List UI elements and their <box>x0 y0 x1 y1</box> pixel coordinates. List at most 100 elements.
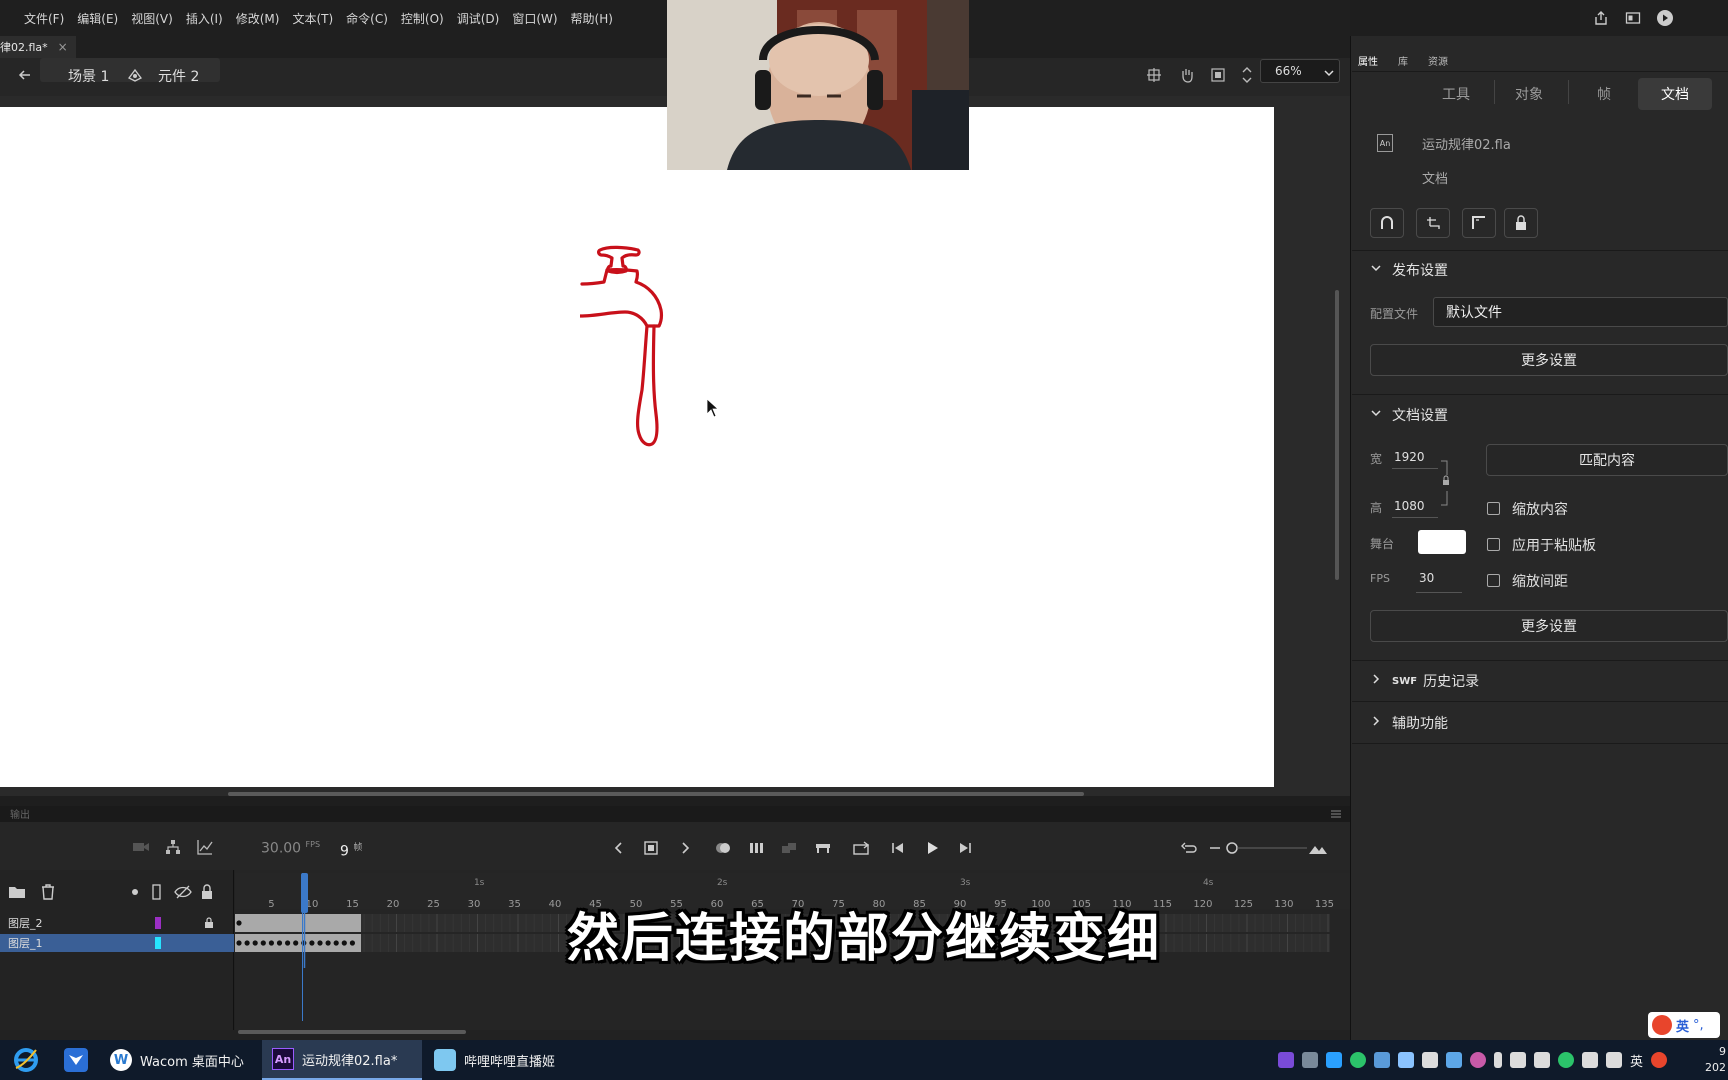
graph-icon[interactable] <box>196 838 214 856</box>
chevron-down-icon[interactable] <box>1322 66 1336 80</box>
tray-app-icon[interactable] <box>1350 1052 1366 1068</box>
horizontal-scrollbar[interactable] <box>228 792 1084 796</box>
menu-commands[interactable]: 命令(C) <box>346 10 388 27</box>
tab-properties[interactable]: 属性 <box>1358 53 1378 68</box>
menu-debug[interactable]: 调试(D) <box>457 10 500 27</box>
document-more-settings-button[interactable]: 更多设置 <box>1370 610 1728 642</box>
taskbar-bilibili[interactable]: 哔哩哔哩直播姬 <box>424 1040 584 1080</box>
close-tab-icon[interactable]: × <box>58 40 68 54</box>
segment-document[interactable]: 文档 <box>1638 78 1712 110</box>
menu-text[interactable]: 文本(T) <box>292 10 333 27</box>
pinned-app-icon[interactable] <box>62 1046 90 1074</box>
frame-display[interactable]: 9 帧 <box>340 840 362 860</box>
fps-display[interactable]: 30.00 FPS <box>261 840 320 857</box>
pen-icon[interactable] <box>1606 1052 1622 1068</box>
tray-app-icon[interactable] <box>1398 1052 1414 1068</box>
zoom-stepper-icon[interactable] <box>1240 64 1254 86</box>
guides-icon[interactable] <box>1462 208 1496 238</box>
publish-settings-header[interactable]: 发布设置 <box>1370 260 1448 280</box>
center-stage-icon[interactable] <box>1146 67 1162 83</box>
menu-modify[interactable]: 修改(M) <box>236 10 280 27</box>
hand-tool-icon[interactable] <box>1178 66 1196 84</box>
loop-icon[interactable] <box>852 840 872 856</box>
tab-assets[interactable]: 资源 <box>1428 53 1448 68</box>
taskbar-wacom[interactable]: W Wacom 桌面中心 <box>100 1040 254 1080</box>
volume-icon[interactable] <box>1582 1052 1598 1068</box>
vertical-scrollbar[interactable] <box>1335 290 1339 580</box>
segment-tools[interactable]: 工具 <box>1442 84 1470 104</box>
menu-control[interactable]: 控制(O) <box>401 10 444 27</box>
onion-skin-icon[interactable] <box>714 840 732 856</box>
apply-pasteboard-checkbox[interactable] <box>1487 538 1500 551</box>
taskbar-animate[interactable]: An 运动规律02.fla* <box>262 1040 422 1080</box>
output-tab[interactable]: 输出 <box>0 806 1350 822</box>
document-tab[interactable]: 律02.fla* × <box>0 36 76 58</box>
menu-edit[interactable]: 编辑(E) <box>77 10 118 27</box>
menu-view[interactable]: 视图(V) <box>131 10 173 27</box>
layer-parenting-icon[interactable] <box>164 838 182 856</box>
menu-help[interactable]: 帮助(H) <box>571 10 613 27</box>
scale-content-checkbox[interactable] <box>1487 502 1500 515</box>
tray-app-icon[interactable] <box>1446 1052 1462 1068</box>
play-icon[interactable] <box>924 840 940 856</box>
segment-object[interactable]: 对象 <box>1515 84 1543 104</box>
document-settings-header[interactable]: 文档设置 <box>1370 405 1448 425</box>
fit-timeline-icon[interactable] <box>814 840 832 856</box>
usb-icon[interactable] <box>1510 1052 1526 1068</box>
menu-file[interactable]: 文件(F) <box>24 10 64 27</box>
back-arrow-icon[interactable] <box>14 64 36 86</box>
fps-input[interactable]: 30 <box>1419 571 1434 585</box>
next-keyframe-icon[interactable] <box>678 840 692 856</box>
prev-keyframe-icon[interactable] <box>612 840 626 856</box>
tray-app-icon[interactable] <box>1302 1052 1318 1068</box>
sogou-icon[interactable] <box>1651 1052 1668 1068</box>
width-input[interactable]: 1920 <box>1394 450 1425 464</box>
menu-window[interactable]: 窗口(W) <box>512 10 557 27</box>
profile-select[interactable]: 默认文件 <box>1433 297 1728 327</box>
shield-icon[interactable] <box>1326 1052 1342 1068</box>
lock-guides-icon[interactable] <box>1504 208 1538 238</box>
breadcrumb-scene[interactable]: 场景 1 <box>68 66 109 86</box>
timeline-zoom-slider[interactable] <box>1208 840 1318 856</box>
breadcrumb-symbol[interactable]: 元件 2 <box>158 66 199 86</box>
panel-layout-icon[interactable] <box>1624 9 1642 27</box>
ie-browser-icon[interactable] <box>12 1046 40 1074</box>
segment-frame[interactable]: 帧 <box>1597 84 1611 104</box>
step-back-icon[interactable] <box>890 840 906 856</box>
aspect-link-icon[interactable] <box>1440 460 1450 506</box>
scale-spacing-checkbox[interactable] <box>1487 574 1500 587</box>
tray-app-icon[interactable] <box>1470 1052 1486 1068</box>
tray-app-icon[interactable] <box>1374 1052 1390 1068</box>
sync-icon[interactable] <box>780 840 798 856</box>
wechat-icon[interactable] <box>1558 1052 1574 1068</box>
step-forward-icon[interactable] <box>957 840 973 856</box>
menu-insert[interactable]: 插入(I) <box>186 10 223 27</box>
tray-app-icon[interactable] <box>1278 1052 1294 1068</box>
ime-indicator[interactable]: 英 <box>1630 1051 1643 1070</box>
timeline-scrollbar[interactable] <box>238 1030 466 1034</box>
stage-color-swatch[interactable] <box>1418 530 1466 554</box>
faucet-drawing[interactable] <box>580 240 700 490</box>
zoom-mountain-icon[interactable] <box>1308 840 1328 856</box>
tab-library[interactable]: 库 <box>1398 53 1408 68</box>
edit-multiple-frames-icon[interactable] <box>748 840 766 856</box>
swf-history-header[interactable]: SWF 历史记录 <box>1370 671 1479 691</box>
network-icon[interactable] <box>1534 1052 1550 1068</box>
snap-icon[interactable] <box>1370 208 1404 238</box>
highlight-dot-icon[interactable] <box>132 889 138 895</box>
security-icon[interactable] <box>1422 1052 1438 1068</box>
ime-toolbar[interactable]: 英 °, <box>1648 1012 1720 1038</box>
rulers-icon[interactable] <box>1416 208 1450 238</box>
microphone-icon[interactable] <box>1494 1052 1502 1068</box>
accessibility-header[interactable]: 辅助功能 <box>1370 713 1448 733</box>
share-icon[interactable] <box>1592 9 1610 27</box>
camera-icon[interactable] <box>132 840 150 854</box>
clock[interactable]: 9 202 <box>1700 1044 1726 1076</box>
match-contents-button[interactable]: 匹配内容 <box>1486 444 1728 476</box>
insert-keyframe-icon[interactable] <box>643 840 659 856</box>
clip-stage-icon[interactable] <box>1210 67 1226 83</box>
height-input[interactable]: 1080 <box>1394 499 1425 513</box>
panel-menu-icon[interactable] <box>1330 808 1342 818</box>
test-movie-icon[interactable] <box>1656 9 1674 27</box>
publish-more-settings-button[interactable]: 更多设置 <box>1370 344 1728 376</box>
